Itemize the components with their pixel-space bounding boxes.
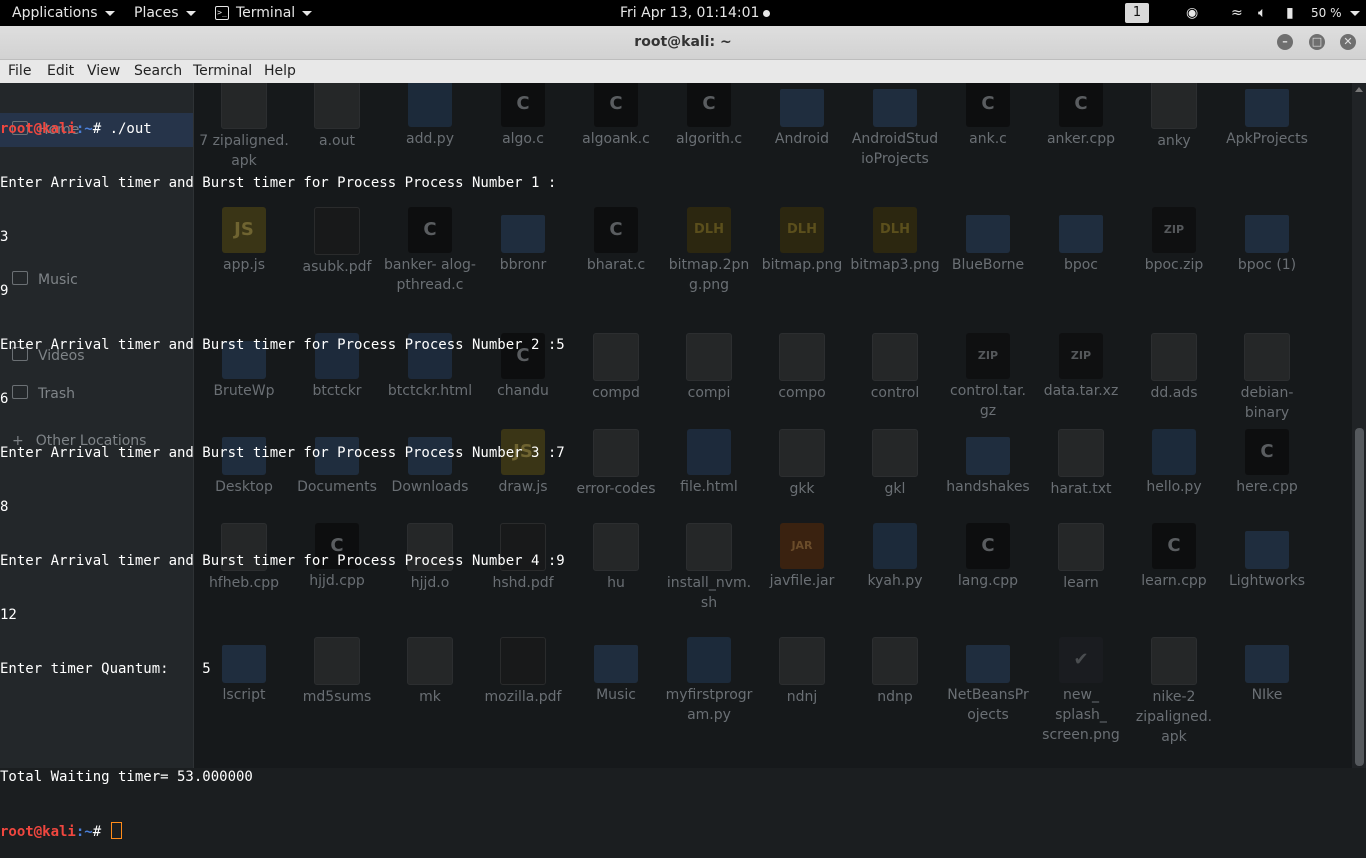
terminal-output-line: 8 <box>0 499 9 515</box>
prompt-suffix: # <box>92 824 110 840</box>
terminal-app-menu[interactable]: >_ Terminal <box>215 0 313 26</box>
prompt-user: root@kali <box>0 121 76 137</box>
menu-file[interactable]: File <box>8 60 31 82</box>
prompt-path: :~ <box>75 121 93 137</box>
menu-search[interactable]: Search <box>134 60 182 82</box>
minimize-button[interactable]: – <box>1277 34 1293 50</box>
chevron-down-icon <box>104 10 115 16</box>
text-cursor <box>110 822 122 839</box>
terminal-app-label: Terminal <box>236 5 296 21</box>
wifi-icon[interactable]: ≈ <box>1231 0 1243 26</box>
applications-label: Applications <box>12 5 98 21</box>
terminal-output-line: Enter Arrival timer and Burst timer for … <box>0 337 565 353</box>
places-label: Places <box>134 5 179 21</box>
close-button[interactable]: ✕ <box>1340 34 1356 50</box>
menubar: File Edit View Search Terminal Help <box>0 60 1366 84</box>
notification-dot-icon <box>763 9 771 17</box>
scrollbar-thumb[interactable] <box>1355 428 1364 766</box>
battery-icon[interactable]: ▮ <box>1286 0 1294 26</box>
top-panel: Applications Places >_ Terminal Fri Apr 1… <box>0 0 1366 26</box>
terminal-icon: >_ <box>215 6 229 20</box>
terminal-command: ./out <box>109 121 152 137</box>
window-title: root@kali: ~ <box>634 34 732 50</box>
places-menu[interactable]: Places <box>134 0 196 26</box>
terminal-scrollbar[interactable] <box>1352 83 1366 768</box>
menu-help[interactable]: Help <box>264 60 296 82</box>
chevron-down-icon <box>302 10 313 16</box>
battery-percent[interactable]: 50 % <box>1311 0 1342 26</box>
terminal-output-line: 9 <box>0 283 9 299</box>
window-titlebar[interactable]: root@kali: ~ – □ ✕ <box>0 26 1366 60</box>
maximize-button[interactable]: □ <box>1309 34 1325 50</box>
terminal-command-line: root@kali:~# ./out <box>0 120 1352 138</box>
chevron-down-icon <box>185 10 196 16</box>
applications-menu[interactable]: Applications <box>12 0 115 26</box>
clock[interactable]: Fri Apr 13, 01:14:01 <box>620 0 771 26</box>
prompt-user: root@kali <box>0 824 76 840</box>
menu-edit[interactable]: Edit <box>47 60 74 82</box>
terminal-output-line: Enter Arrival timer and Burst timer for … <box>0 175 557 191</box>
menu-terminal[interactable]: Terminal <box>193 60 252 82</box>
prompt-suffix: # <box>92 121 110 137</box>
terminal-output-line: Enter Arrival timer and Burst timer for … <box>0 445 565 461</box>
terminal-output-line: 3 <box>0 229 9 245</box>
menu-view[interactable]: View <box>87 60 120 82</box>
terminal-output-line: Total Waiting timer= 53.000000 <box>0 769 253 785</box>
chevron-down-icon[interactable] <box>1350 11 1360 16</box>
workspace-indicator[interactable]: 1 <box>1125 3 1149 23</box>
prompt-path: :~ <box>75 824 93 840</box>
clock-label: Fri Apr 13, 01:14:01 <box>620 5 760 21</box>
camera-icon[interactable]: ◉ <box>1186 0 1198 26</box>
volume-icon[interactable]: 🔈︎ <box>1258 0 1266 26</box>
terminal-output-line: Enter Arrival timer and Burst timer for … <box>0 553 565 569</box>
scroll-up-icon[interactable] <box>1355 87 1363 92</box>
terminal-output-line: 12 <box>0 607 17 623</box>
terminal-output[interactable]: root@kali:~# ./out Enter Arrival timer a… <box>0 84 1352 840</box>
terminal-output-line: Enter timer Quantum: 5 <box>0 661 211 677</box>
terminal-output-line: 6 <box>0 391 9 407</box>
terminal-prompt-line[interactable]: root@kali:~# <box>0 822 1352 840</box>
